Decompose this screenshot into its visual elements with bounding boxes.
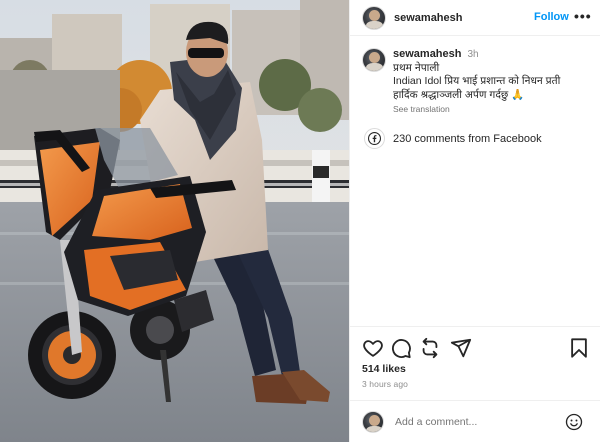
heart-icon[interactable] (362, 337, 384, 359)
caption-username[interactable]: sewamahesh (393, 48, 461, 62)
emoji-smiley-icon[interactable] (565, 413, 583, 431)
post-header: sewamahesh Follow ••• (350, 0, 600, 36)
see-translation-link[interactable]: See translation (393, 103, 560, 117)
caption-header: sewamahesh 3h (393, 48, 560, 62)
caption-line-2: Indian Idol प्रिय भाई प्रशान्त को निधन प… (393, 75, 561, 87)
viewer-avatar[interactable] (362, 410, 384, 433)
caption-line-3: हार्दिक श्रद्धाञ्जली अर्पण गर्दछु 🙏 (393, 88, 525, 101)
post-time-ago[interactable]: 3 hours ago (362, 379, 408, 389)
caption-avatar[interactable] (362, 48, 386, 72)
post-details-panel: sewamahesh Follow ••• sewamahesh 3h प्रथ… (349, 0, 600, 442)
comment-bar (350, 400, 600, 442)
comment-input[interactable] (395, 415, 555, 428)
comment-bubble-icon[interactable] (390, 337, 412, 359)
post-image (0, 0, 349, 442)
more-options-icon[interactable]: ••• (574, 8, 592, 24)
bookmark-icon[interactable] (568, 337, 590, 359)
facebook-comments-label: 230 comments from Facebook (393, 132, 542, 145)
post-photo[interactable] (0, 0, 349, 442)
action-icon-row (362, 337, 592, 359)
caption-time[interactable]: 3h (467, 48, 478, 62)
caption: sewamahesh 3h प्रथम नेपाली Indian Idol प… (362, 48, 594, 117)
repost-icon[interactable] (419, 337, 441, 359)
facebook-comments-link[interactable]: 230 comments from Facebook (364, 128, 542, 149)
caption-body: sewamahesh 3h प्रथम नेपाली Indian Idol प… (393, 48, 560, 117)
likes-count[interactable]: 514 likes (362, 363, 406, 375)
follow-button[interactable]: Follow (534, 11, 569, 23)
caption-line-1: प्रथम नेपाली (393, 61, 440, 74)
paper-plane-icon[interactable] (450, 337, 472, 359)
author-username[interactable]: sewamahesh (394, 12, 462, 24)
post-actions: 514 likes 3 hours ago (350, 326, 600, 389)
facebook-icon (364, 128, 385, 149)
author-avatar[interactable] (362, 5, 386, 30)
